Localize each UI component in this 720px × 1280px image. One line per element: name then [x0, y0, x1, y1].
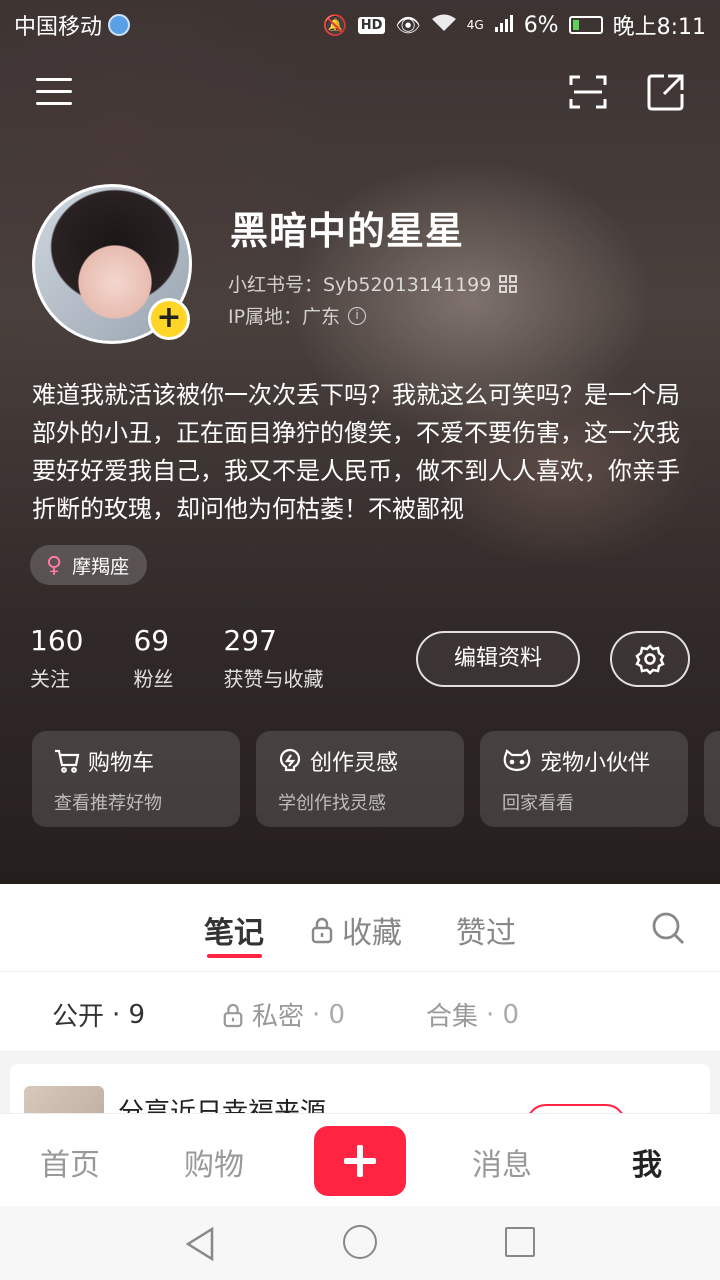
- card-shopping-cart[interactable]: 购物车 查看推荐好物: [32, 731, 240, 827]
- zodiac-tag: ♀ 摩羯座: [30, 545, 148, 585]
- lock-icon: [311, 917, 333, 944]
- stats-row: 160 关注 69 粉丝 297 获赞与收藏: [30, 624, 373, 692]
- clock: 晚上8:11: [612, 15, 706, 40]
- stat-followers[interactable]: 69 粉丝: [133, 624, 173, 692]
- following-label: 关注: [30, 667, 70, 691]
- card-inspiration[interactable]: 创作灵感 学创作找灵感: [256, 731, 464, 827]
- red-id-text: 小红书号：Syb52013141199: [228, 274, 492, 296]
- content-tabs: 笔记 收藏 赞过: [0, 884, 720, 972]
- hd-badge: HD: [357, 16, 386, 34]
- nav-home[interactable]: 首页: [40, 1140, 100, 1184]
- recent-apps-icon[interactable]: [505, 1227, 535, 1257]
- nav-messages[interactable]: 消息: [472, 1140, 532, 1184]
- active-tab-indicator: [207, 954, 262, 958]
- system-nav-bar: [0, 1206, 720, 1280]
- cart-icon: [55, 749, 80, 773]
- zodiac-label: 摩羯座: [72, 555, 130, 578]
- bio[interactable]: 难道我就活该被你一次次丢下吗？我就这么可笑吗？是一个局部外的小丑，正在面目狰狞的…: [32, 376, 692, 528]
- ip-location: IP属地：广东 i: [228, 302, 367, 329]
- card-title: 宠物小伙伴: [502, 745, 666, 777]
- tab-notes[interactable]: 笔记: [204, 908, 264, 952]
- tab-liked[interactable]: 赞过: [456, 908, 516, 952]
- carrier: 中国移动: [14, 9, 131, 41]
- nav-shop[interactable]: 购物: [184, 1140, 244, 1184]
- add-avatar-button[interactable]: +: [148, 298, 190, 340]
- subtab-public[interactable]: 公开 · 9: [52, 996, 145, 1033]
- card-title-text: 宠物小伙伴: [540, 751, 651, 776]
- status-bar: 中国移动 🔕 HD 👁 4G 6% 晚上8:11: [0, 0, 720, 50]
- stat-following[interactable]: 160 关注: [30, 624, 83, 692]
- card-title: 购物车: [54, 745, 218, 777]
- qr-code-icon[interactable]: [499, 274, 518, 293]
- globe-icon: [108, 14, 131, 36]
- search-icon[interactable]: [650, 910, 686, 946]
- card-title-text: 创作灵感: [310, 751, 399, 776]
- eye-icon: 👁: [395, 13, 421, 37]
- scan-icon[interactable]: [568, 74, 608, 110]
- ip-location-text: IP属地：广东: [228, 306, 341, 328]
- card-more[interactable]: [704, 731, 720, 827]
- card-subtitle: 回家看看: [502, 793, 574, 814]
- top-bar: [0, 64, 720, 120]
- gear-icon: [635, 644, 665, 675]
- card-title-text: 购物车: [88, 751, 155, 776]
- following-count: 160: [30, 624, 84, 657]
- likes-label: 获赞与收藏: [223, 667, 324, 691]
- back-icon[interactable]: [184, 1226, 216, 1262]
- lock-icon: [223, 1003, 243, 1027]
- info-icon[interactable]: i: [348, 306, 367, 325]
- nickname: 黑暗中的星星: [230, 209, 465, 253]
- mute-icon: 🔕: [322, 13, 348, 37]
- network-type: 4G: [466, 18, 484, 32]
- subtab-private[interactable]: 私密 · 0: [222, 996, 345, 1033]
- note-filter-tabs: 公开 · 9 私密 · 0 合集 · 0: [0, 972, 720, 1052]
- status-right: 🔕 HD 👁 4G 6% 晚上8:11: [323, 9, 706, 41]
- subtab-albums-count: · 0: [486, 999, 520, 1030]
- settings-button[interactable]: [610, 631, 690, 687]
- subtab-private-label: 私密: [252, 1002, 305, 1032]
- card-title: 创作灵感: [278, 745, 442, 777]
- bulb-icon: [279, 748, 301, 772]
- plus-icon: [344, 1145, 376, 1177]
- followers-label: 粉丝: [133, 667, 174, 691]
- edit-profile-button[interactable]: 编辑资料: [416, 631, 580, 687]
- card-subtitle: 学创作找灵感: [278, 793, 386, 814]
- tab-collections-label: 收藏: [342, 916, 402, 951]
- profile-header: 中国移动 🔕 HD 👁 4G 6% 晚上8:11 + 黑暗中的星星 小红书号：S…: [0, 0, 720, 884]
- battery-icon: [568, 16, 603, 34]
- subtab-public-count: · 9: [112, 999, 146, 1030]
- followers-count: 69: [133, 624, 170, 657]
- card-subtitle: 查看推荐好物: [54, 793, 162, 814]
- signal-icon: [494, 13, 514, 38]
- bottom-nav: 首页 购物 消息 我: [0, 1114, 720, 1206]
- subtab-public-label: 公开: [52, 1002, 105, 1032]
- card-pet[interactable]: 宠物小伙伴 回家看看: [480, 731, 688, 827]
- wifi-icon: [431, 13, 457, 38]
- carrier-name: 中国移动: [14, 15, 103, 40]
- likes-count: 297: [223, 624, 277, 657]
- battery-percent: 6%: [523, 12, 559, 38]
- share-icon[interactable]: [646, 72, 686, 112]
- red-id[interactable]: 小红书号：Syb52013141199: [228, 270, 518, 297]
- tab-collections[interactable]: 收藏: [310, 908, 402, 952]
- feature-cards: 购物车 查看推荐好物 创作灵感 学创作找灵感 宠物小伙伴 回家看看: [32, 731, 720, 827]
- publish-button[interactable]: [314, 1126, 406, 1196]
- subtab-albums[interactable]: 合集 · 0: [426, 996, 519, 1033]
- menu-icon[interactable]: [36, 78, 72, 106]
- nav-me[interactable]: 我: [632, 1140, 662, 1184]
- stat-likes[interactable]: 297 获赞与收藏: [223, 624, 323, 692]
- female-icon: ♀: [46, 552, 63, 578]
- cat-icon: [503, 749, 531, 772]
- subtab-albums-label: 合集: [426, 1002, 479, 1032]
- subtab-private-count: · 0: [312, 999, 346, 1030]
- home-icon[interactable]: [343, 1225, 377, 1259]
